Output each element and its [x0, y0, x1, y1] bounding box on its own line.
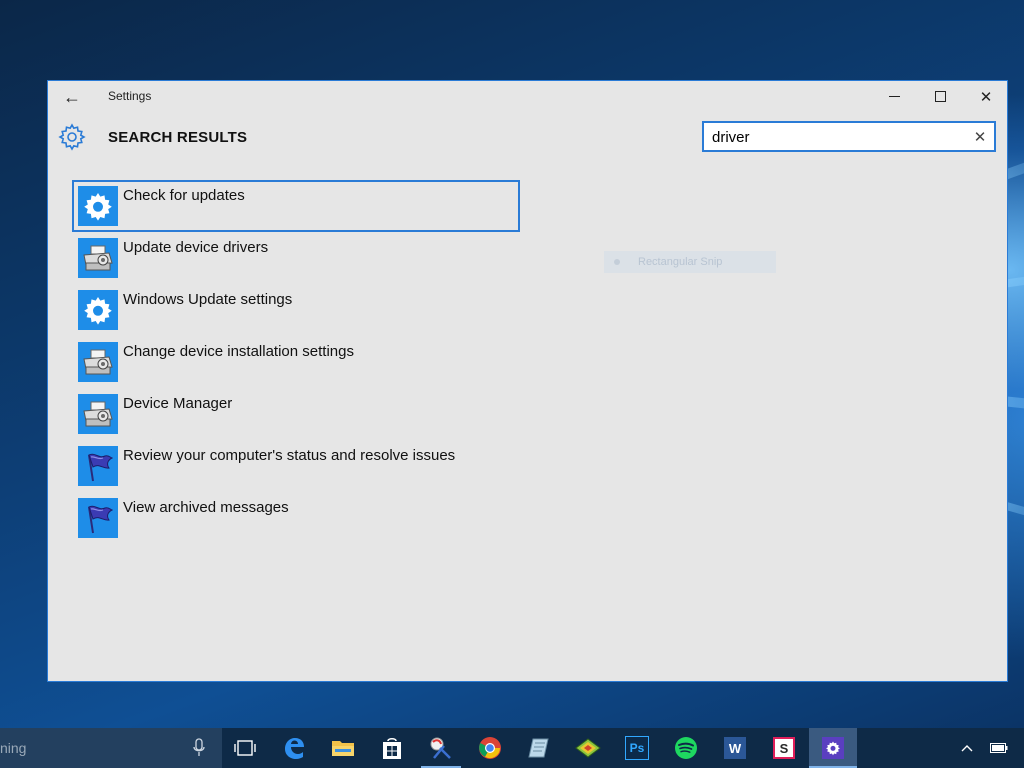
spotify-icon: [675, 737, 697, 759]
taskbar-store[interactable]: [368, 728, 416, 768]
edge-icon: [285, 738, 304, 759]
slack-icon: S: [773, 737, 795, 759]
result-label: Change device installation settings: [123, 343, 354, 360]
gear-icon: [78, 290, 118, 330]
snip-ghost-label: Rectangular Snip: [638, 256, 723, 268]
taskbar: ning Ps W S: [0, 728, 1024, 768]
chevron-up-icon: [961, 745, 973, 752]
result-device-manager[interactable]: Device Manager: [72, 388, 520, 440]
close-icon: ✕: [979, 88, 993, 106]
taskbar-search-placeholder: ning: [0, 740, 27, 756]
gear-icon: [78, 186, 118, 226]
close-button[interactable]: ✕: [963, 81, 1009, 112]
search-box[interactable]: ✕: [702, 121, 996, 152]
taskbar-photoshop[interactable]: Ps: [613, 728, 661, 768]
search-input[interactable]: [712, 128, 962, 146]
show-hidden-icons-button[interactable]: [954, 728, 980, 768]
result-label: View archived messages: [123, 499, 289, 516]
clear-icon: ✕: [973, 129, 987, 146]
result-update-device-drivers[interactable]: Update device drivers: [72, 232, 520, 284]
action-center-flag-icon: [78, 498, 118, 538]
word-icon-text: W: [728, 740, 742, 756]
result-windows-update-settings[interactable]: Windows Update settings: [72, 284, 520, 336]
settings-window: ← Settings ✕ SEARCH RESULTS ✕: [47, 80, 1008, 682]
gear-icon: [58, 123, 86, 151]
settings-app-icon: [822, 737, 844, 759]
result-label: Update device drivers: [123, 239, 269, 256]
battery-button[interactable]: [986, 728, 1012, 768]
search-results-list: Check for updates Update device drivers: [72, 180, 522, 544]
taskbar-edge[interactable]: [270, 728, 318, 768]
slack-icon-text: S: [779, 740, 789, 756]
battery-icon: [990, 743, 1008, 753]
clear-search-button[interactable]: ✕: [972, 128, 988, 146]
back-button[interactable]: ←: [58, 86, 86, 108]
taskbar-spotify[interactable]: [662, 728, 710, 768]
device-printer-icon: [78, 394, 118, 434]
maximize-icon: [934, 91, 946, 102]
task-view-button[interactable]: [221, 728, 269, 768]
snip-icon: [614, 259, 620, 265]
file-explorer-icon: [332, 741, 354, 756]
back-arrow-icon: ←: [63, 86, 81, 107]
photoshop-icon-text: Ps: [629, 741, 645, 755]
taskbar-slack[interactable]: S: [760, 728, 808, 768]
taskbar-notepad[interactable]: [515, 728, 563, 768]
word-icon: W: [724, 737, 746, 759]
microphone-icon[interactable]: [192, 738, 206, 758]
taskbar-search-box[interactable]: ning: [0, 728, 222, 768]
taskbar-word[interactable]: W: [711, 728, 759, 768]
minimize-icon: [888, 96, 900, 97]
minimize-button[interactable]: [871, 81, 917, 112]
result-view-archived-messages[interactable]: View archived messages: [72, 492, 520, 544]
action-center-flag-icon: [78, 446, 118, 486]
title-bar: ← Settings ✕: [48, 81, 1007, 112]
device-printer-icon: [78, 238, 118, 278]
page-title: SEARCH RESULTS: [108, 129, 248, 146]
task-view-icon: [234, 740, 256, 756]
result-label: Check for updates: [123, 187, 245, 204]
snipping-tool-icon: [430, 737, 451, 759]
taskbar-file-explorer[interactable]: [319, 728, 367, 768]
photoshop-icon: Ps: [625, 736, 649, 760]
store-icon: [383, 737, 401, 759]
taskbar-snipping-tool[interactable]: [417, 728, 465, 768]
result-review-computer-status[interactable]: Review your computer's status and resolv…: [72, 440, 520, 492]
window-title: Settings: [108, 89, 152, 103]
device-printer-icon: [78, 342, 118, 382]
result-label: Windows Update settings: [123, 291, 293, 308]
notepad-icon: [528, 738, 549, 758]
snipping-tool-ghost-overlay: Rectangular Snip: [604, 251, 776, 273]
result-label: Review your computer's status and resolv…: [123, 447, 456, 464]
result-label: Device Manager: [123, 395, 233, 412]
result-check-for-updates[interactable]: Check for updates: [72, 180, 520, 232]
result-change-device-installation-settings[interactable]: Change device installation settings: [72, 336, 520, 388]
taskbar-chrome[interactable]: [466, 728, 514, 768]
taskbar-settings[interactable]: [809, 728, 857, 768]
maximize-button[interactable]: [917, 81, 963, 112]
taskbar-sketchup[interactable]: [564, 728, 612, 768]
sketchup-icon: [575, 738, 601, 758]
chrome-icon: [479, 737, 501, 759]
